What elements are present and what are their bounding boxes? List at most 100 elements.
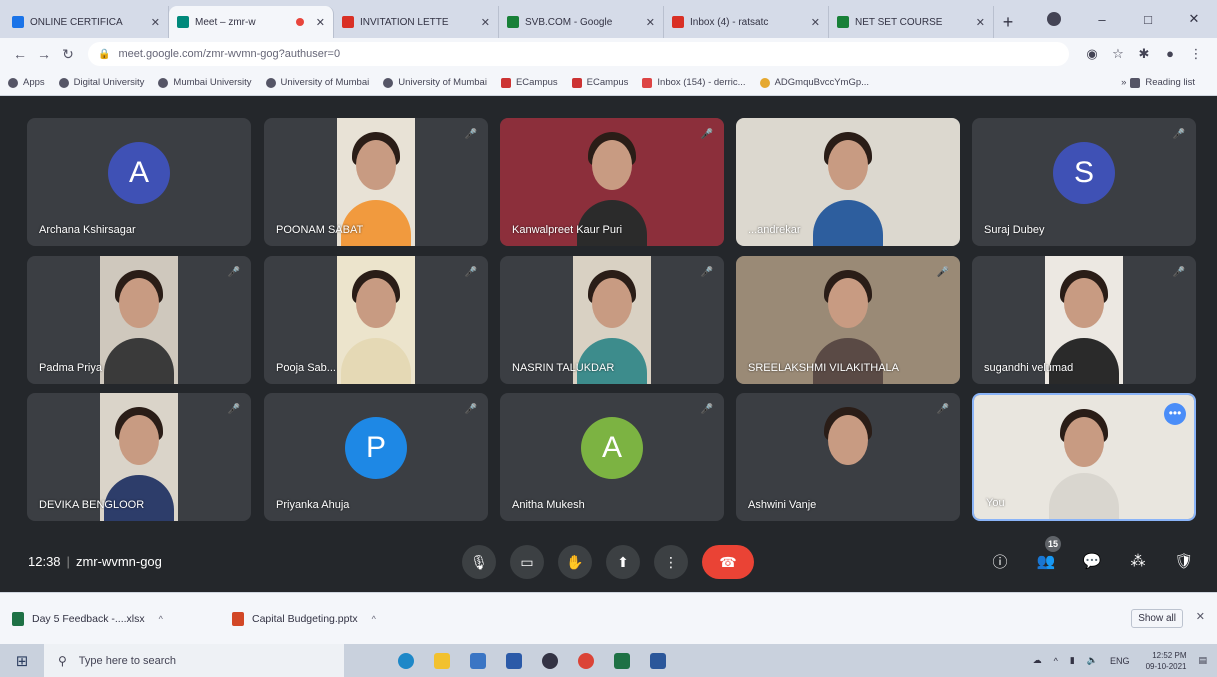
close-tab-icon[interactable]: ✕	[481, 16, 490, 29]
tray-chevron-icon[interactable]: ^	[1054, 656, 1058, 666]
bookmark-item[interactable]: University of Mumbai	[265, 77, 369, 88]
bookmark-star-icon[interactable]: ☆	[1105, 46, 1131, 62]
excel-icon[interactable]	[604, 650, 640, 672]
word-icon[interactable]	[640, 650, 676, 672]
browser-tab[interactable]: Inbox (4) - ratsatc ✕	[664, 6, 829, 38]
participant-count-badge: 15	[1045, 536, 1061, 552]
participant-tile[interactable]: ...andrekar	[736, 118, 960, 246]
meeting-details-button[interactable]: ⓘ	[985, 548, 1015, 574]
notifications-icon[interactable]: ▤	[1198, 655, 1207, 666]
clock-date: 09-10-2021	[1145, 661, 1187, 671]
taskbar-search[interactable]: ⚲ Type here to search	[44, 644, 344, 677]
participant-face	[356, 278, 396, 328]
participant-name: Kanwalpreet Kaur Puri	[512, 224, 623, 236]
participant-tile[interactable]: sugandhi velumad 🎤	[972, 256, 1196, 384]
reading-list-button[interactable]: Reading list	[1130, 77, 1195, 88]
participant-tile[interactable]: P Priyanka Ahuja 🎤	[264, 393, 488, 521]
download-item[interactable]: Capital Budgeting.pptx ^	[232, 611, 452, 626]
participant-name: Archana Kshirsagar	[39, 224, 136, 236]
bookmarks-overflow-button[interactable]: »	[1121, 77, 1126, 88]
browser-tab[interactable]: SVB.COM - Google ✕	[499, 6, 664, 38]
download-shelf: Day 5 Feedback -....xlsx ^ Capital Budgeti…	[0, 592, 1217, 644]
profile-icon[interactable]	[1047, 12, 1061, 26]
end-call-button[interactable]: ☎	[702, 545, 754, 579]
raise-hand-button[interactable]: ✋	[558, 545, 592, 579]
app-icon[interactable]	[532, 650, 568, 672]
participant-tile[interactable]: A Archana Kshirsagar	[27, 118, 251, 246]
reload-icon[interactable]: ↻	[56, 46, 80, 63]
browser-tab[interactable]: Meet – zmr-w ✕	[169, 6, 334, 38]
back-icon[interactable]: ←	[8, 46, 32, 62]
bookmark-item[interactable]: Digital University	[58, 77, 144, 88]
forward-icon[interactable]: →	[32, 46, 56, 62]
close-tab-icon[interactable]: ✕	[646, 16, 655, 29]
close-tab-icon[interactable]: ✕	[976, 16, 985, 29]
download-item[interactable]: Day 5 Feedback -....xlsx ^	[12, 611, 232, 626]
camera-icon[interactable]: ◉	[1079, 46, 1105, 62]
address-bar[interactable]: 🔒 meet.google.com/zmr-wvmn-gog?authuser=…	[88, 42, 1069, 66]
new-tab-button[interactable]: +	[994, 6, 1022, 38]
dropbox-icon[interactable]	[496, 650, 532, 672]
participant-tile[interactable]: You •••	[972, 393, 1196, 521]
edge-icon[interactable]	[388, 650, 424, 672]
volume-icon[interactable]: 🔈	[1087, 655, 1098, 666]
camera-button[interactable]: ▭	[510, 545, 544, 579]
chevron-up-icon[interactable]: ^	[372, 614, 376, 624]
mic-button[interactable]: 🎙	[462, 545, 496, 579]
participant-tile[interactable]: A Anitha Mukesh 🎤	[500, 393, 724, 521]
maximize-button[interactable]: □	[1125, 12, 1171, 27]
extensions-icon[interactable]: ✱	[1131, 46, 1157, 62]
language-indicator[interactable]: ENG	[1110, 656, 1130, 666]
avatar[interactable]: ●	[1157, 46, 1183, 62]
bookmark-item[interactable]: ECampus	[571, 77, 628, 88]
tab-title: Inbox (4) - ratsatc	[690, 16, 769, 28]
browser-tab[interactable]: ONLINE CERTIFICA ✕	[4, 6, 169, 38]
close-tab-icon[interactable]: ✕	[151, 16, 160, 29]
participant-tile[interactable]: NASRIN TALUKDAR 🎤	[500, 256, 724, 384]
participant-tile[interactable]: SREELAKSHMI VILAKITHALA 🎤	[736, 256, 960, 384]
bookmark-item[interactable]: ECampus	[500, 77, 558, 88]
participant-name: Priyanka Ahuja	[276, 499, 350, 511]
more-options-icon[interactable]: •••	[1164, 403, 1186, 425]
show-all-button[interactable]: Show all	[1131, 609, 1183, 628]
host-controls-button[interactable]: 🛡	[1169, 548, 1199, 574]
people-button[interactable]: 👥 15	[1031, 536, 1061, 574]
bookmark-item[interactable]: Mumbai University	[158, 77, 252, 88]
bookmark-item[interactable]: Apps	[8, 77, 45, 88]
participant-tile[interactable]: POONAM SABAT 🎤	[264, 118, 488, 246]
chat-button[interactable]: 💬	[1077, 548, 1107, 574]
browser-tab[interactable]: INVITATION LETTE ✕	[334, 6, 499, 38]
participant-tile[interactable]: Kanwalpreet Kaur Puri 🎤	[500, 118, 724, 246]
close-tab-icon[interactable]: ✕	[316, 16, 325, 29]
bookmark-item[interactable]: University of Mumbai	[383, 77, 487, 88]
store-icon[interactable]	[460, 650, 496, 672]
more-options-button[interactable]: ⋮	[654, 545, 688, 579]
bookmark-item[interactable]: ADGmquBvccYmGp...	[759, 77, 869, 88]
participant-tile[interactable]: Pooja Sab... 🎤	[264, 256, 488, 384]
browser-tab[interactable]: NET SET COURSE ✕	[829, 6, 994, 38]
participant-tile[interactable]: Padma Priya 🎤	[27, 256, 251, 384]
participant-name: Suraj Dubey	[984, 224, 1045, 236]
windows-start-icon[interactable]: ⊞	[0, 644, 44, 677]
participant-body	[104, 475, 174, 521]
minimize-button[interactable]: –	[1079, 12, 1125, 27]
taskbar-clock[interactable]: 12:52 PM 09-10-2021	[1146, 650, 1187, 672]
close-tab-icon[interactable]: ✕	[811, 16, 820, 29]
participant-tile[interactable]: Ashwini Vanje 🎤	[736, 393, 960, 521]
participant-tile[interactable]: DEVIKA BENGLOOR 🎤	[27, 393, 251, 521]
participant-tile[interactable]: S Suraj Dubey 🎤	[972, 118, 1196, 246]
close-downloads-icon[interactable]: ✕	[1196, 610, 1205, 623]
mic-muted-icon: 🎤	[1172, 267, 1186, 278]
file-explorer-icon[interactable]	[424, 650, 460, 672]
chrome-icon[interactable]	[568, 650, 604, 672]
reading-list-label: Reading list	[1145, 77, 1195, 88]
menu-icon[interactable]: ⋮	[1183, 46, 1209, 62]
present-button[interactable]: ⬆	[606, 545, 640, 579]
bookmark-item[interactable]: Inbox (154) - derric...	[642, 77, 746, 88]
weather-icon[interactable]: ☁	[1033, 655, 1042, 666]
activities-button[interactable]: ⁂	[1123, 548, 1153, 574]
tab-favicon	[177, 16, 189, 28]
chevron-up-icon[interactable]: ^	[159, 614, 163, 624]
close-window-button[interactable]: ✕	[1171, 11, 1217, 27]
network-icon[interactable]: ▮	[1070, 655, 1075, 666]
